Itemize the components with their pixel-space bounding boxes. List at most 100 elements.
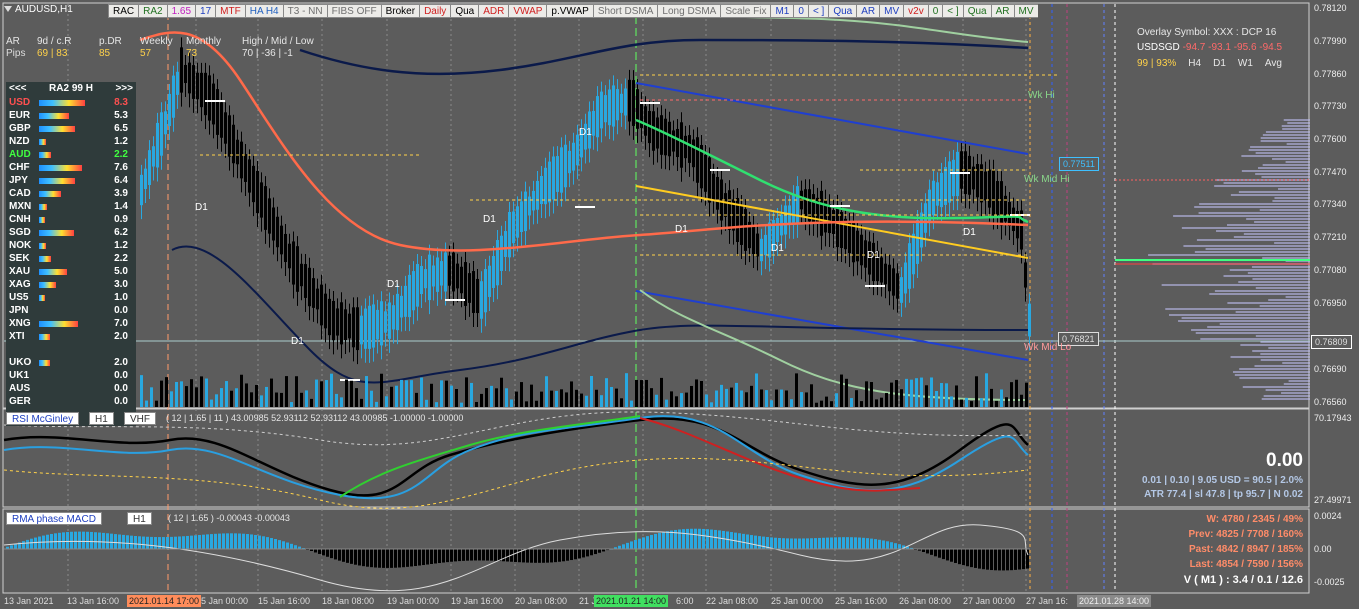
strength-row-aud[interactable]: AUD 2.2 — [6, 148, 136, 161]
strength-row-aus[interactable]: AUS 0.0 — [6, 382, 136, 395]
rsi-indicator-tab[interactable]: RSI McGinley — [6, 412, 80, 425]
candle-body — [716, 176, 719, 210]
strength-row-xag[interactable]: XAG 3.0 — [6, 278, 136, 291]
toolbar-button-m1[interactable]: M1 — [770, 4, 794, 18]
indicator-toolbar: RAC RA2 1.65 17 MTF HA H4 T3 - NN FIBS OFF Broke… — [108, 4, 1038, 19]
strength-row-xti[interactable]: XTI 2.0 — [6, 330, 136, 343]
toolbar-button-vwap[interactable]: VWAP — [508, 4, 547, 18]
volume-bar — [955, 385, 958, 407]
next-arrow-button[interactable]: >>> — [115, 82, 133, 96]
macd-axis-mid: 0.00 — [1314, 544, 1332, 554]
toolbar-button-adr[interactable]: ADR — [478, 4, 509, 18]
toolbar-button-qua[interactable]: Qua — [962, 4, 991, 18]
candle-body — [348, 313, 351, 339]
macd-indicator-tab[interactable]: RMA phase MACD — [6, 512, 102, 525]
toolbar-button-ra2[interactable]: RA2 — [138, 4, 167, 18]
candle-body — [408, 274, 411, 318]
strength-row-sgd[interactable]: SGD 6.2 — [6, 226, 136, 239]
toolbar-button-ha-h4[interactable]: HA H4 — [244, 4, 283, 18]
toolbar-button-qua[interactable]: Qua — [450, 4, 479, 18]
volume-bar — [480, 393, 483, 407]
strength-row-jpn[interactable]: JPN 0.0 — [6, 304, 136, 317]
toolbar-button-scale-fix[interactable]: Scale Fix — [720, 4, 771, 18]
volume-bar — [930, 377, 933, 407]
toolbar-button-17[interactable]: 17 — [195, 4, 216, 18]
toolbar-button-long-dsma[interactable]: Long DSMA — [657, 4, 721, 18]
toolbar-button-p-vwap[interactable]: p.VWAP — [546, 4, 593, 18]
strength-row-uk1[interactable]: UK1 0.0 — [6, 369, 136, 382]
macd-histogram-bar — [706, 529, 709, 549]
macd-histogram-bar — [110, 533, 113, 549]
volume-bar — [725, 388, 728, 407]
candle-body — [884, 263, 887, 285]
toolbar-button-fibs-off[interactable]: FIBS OFF — [326, 4, 381, 18]
toolbar-button-[interactable]: < ] — [942, 4, 963, 18]
strength-row-xng[interactable]: XNG 7.0 — [6, 317, 136, 330]
volume-bar — [980, 398, 983, 407]
daily-level-label: D1 — [579, 127, 592, 138]
volume-bar — [450, 385, 453, 407]
volume-bar — [360, 398, 363, 407]
candle-body — [484, 269, 487, 313]
macd-timeframe-tab[interactable]: H1 — [127, 512, 152, 525]
candle-body — [904, 262, 907, 294]
candle-body — [200, 72, 203, 108]
strength-row-nzd[interactable]: NZD 1.2 — [6, 135, 136, 148]
toolbar-button-broker[interactable]: Broker — [380, 4, 420, 18]
toolbar-button-1-65[interactable]: 1.65 — [166, 4, 196, 18]
candle-body — [932, 180, 935, 216]
strength-row-gbp[interactable]: GBP 6.5 — [6, 122, 136, 135]
volume-bar — [435, 402, 438, 407]
strength-row-xau[interactable]: XAU 5.0 — [6, 265, 136, 278]
candle-body — [940, 172, 943, 208]
macd-histogram-bar — [678, 529, 681, 549]
strength-row-chf[interactable]: CHF 7.6 — [6, 161, 136, 174]
prev-arrow-button[interactable]: <<< — [9, 82, 27, 96]
macd-histogram-bar — [434, 549, 437, 564]
rsi-vhf-tab[interactable]: VHF — [124, 412, 156, 425]
strength-row-mxn[interactable]: MXN 1.4 — [6, 200, 136, 213]
toolbar-button-v2v[interactable]: v2v — [903, 4, 928, 18]
candle-body — [892, 268, 895, 296]
strength-row-sek[interactable]: SEK 2.2 — [6, 252, 136, 265]
strength-row-usd[interactable]: USD 8.3 — [6, 96, 136, 109]
rsi-timeframe-tab[interactable]: H1 — [89, 412, 114, 425]
toolbar-button-0[interactable]: 0 — [927, 4, 943, 18]
toolbar-button-rac[interactable]: RAC — [108, 4, 139, 18]
toolbar-button-qua[interactable]: Qua — [828, 4, 857, 18]
strength-row-cad[interactable]: CAD 3.9 — [6, 187, 136, 200]
volume-bar — [265, 386, 268, 407]
volume-bar — [205, 378, 208, 407]
volume-bar — [625, 373, 628, 407]
strength-row-jpy[interactable]: JPY 6.4 — [6, 174, 136, 187]
risk-stats-line: 0.01 | 0.10 | 9.05 USD = 90.5 | 2.0% — [1142, 475, 1303, 486]
strength-row-nok[interactable]: NOK 1.2 — [6, 239, 136, 252]
strength-row-uko[interactable]: UKO 2.0 — [6, 356, 136, 369]
toolbar-button-short-dsma[interactable]: Short DSMA — [592, 4, 658, 18]
macd-histogram-bar — [790, 538, 793, 549]
toolbar-button-mv[interactable]: MV — [1013, 4, 1038, 18]
volume-bar — [455, 389, 458, 407]
toolbar-button-ar[interactable]: AR — [990, 4, 1014, 18]
macd-histogram-bar — [954, 549, 957, 563]
toolbar-button-[interactable]: < ] — [807, 4, 829, 18]
chart-window[interactable]: AUDUSD,H1 RAC RA2 1.65 17 MTF HA H4 T3 - NN FIB… — [0, 0, 1359, 609]
toolbar-button-mtf[interactable]: MTF — [215, 4, 245, 18]
macd-histogram-bar — [358, 549, 361, 566]
daily-level-label: D1 — [291, 336, 304, 347]
volume-bar — [965, 397, 968, 407]
toolbar-button-mv[interactable]: MV — [879, 4, 904, 18]
toolbar-button-ar[interactable]: AR — [856, 4, 880, 18]
toolbar-button-daily[interactable]: Daily — [419, 4, 451, 18]
strength-row-us5[interactable]: US5 1.0 — [6, 291, 136, 304]
strength-bar — [39, 294, 45, 301]
volume-bar — [440, 380, 443, 407]
strength-row-ger[interactable]: GER 0.0 — [6, 395, 136, 408]
candle-body — [660, 115, 663, 155]
toolbar-button-0[interactable]: 0 — [793, 4, 808, 18]
strength-row-eur[interactable]: EUR 5.3 — [6, 109, 136, 122]
strength-row-cnh[interactable]: CNH 0.9 — [6, 213, 136, 226]
volume-bar — [475, 401, 478, 407]
macd-histogram-bar — [722, 530, 725, 549]
toolbar-button-t3-nn[interactable]: T3 - NN — [282, 4, 327, 18]
